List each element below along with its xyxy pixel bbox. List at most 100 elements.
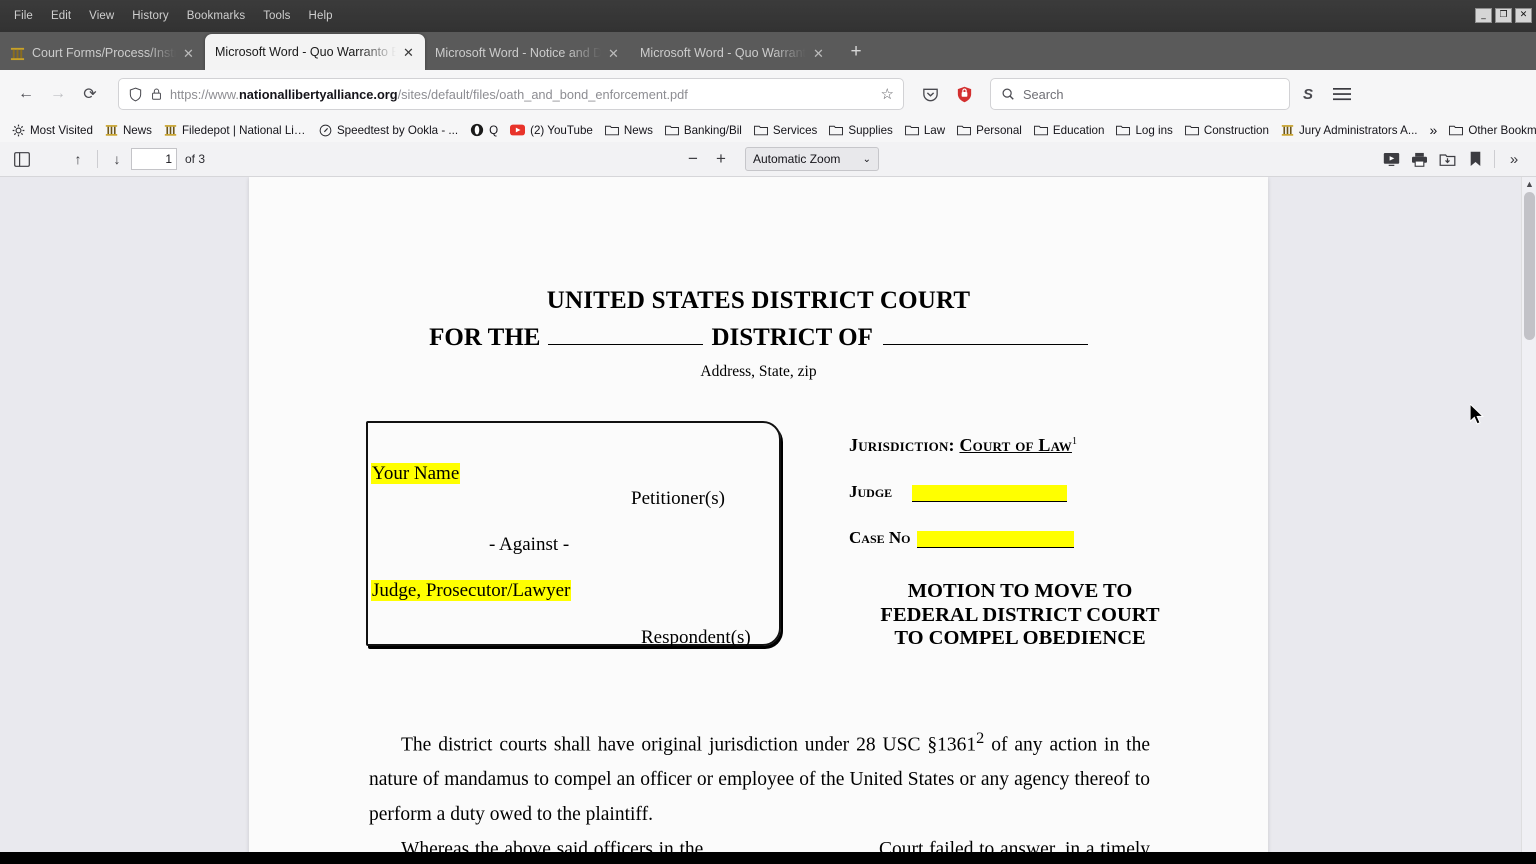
bookmark-label: Other Bookmarks: [1468, 123, 1536, 137]
current-view-bookmark-icon[interactable]: [1461, 146, 1489, 172]
caption-box-border: [366, 421, 781, 646]
bookmark-jury-administrators[interactable]: Jury Administrators A...: [1275, 121, 1424, 139]
menu-help[interactable]: Help: [301, 6, 341, 26]
mouse-cursor: [1470, 404, 1484, 425]
bookmark-folder-logins[interactable]: Log ins: [1110, 122, 1178, 139]
case-no-label: Case No: [849, 528, 911, 547]
district-blank-field[interactable]: [548, 344, 704, 345]
paragraph-2-part-b: Court failed to answer, in a: [878, 839, 1095, 852]
bookmark-folder-construction[interactable]: Construction: [1179, 122, 1275, 139]
tab-close-icon[interactable]: ✕: [403, 46, 417, 59]
bookmark-folder-supplies[interactable]: Supplies: [823, 122, 898, 139]
url-scheme: https://www.: [170, 86, 239, 102]
bookmark-label: Most Visited: [30, 123, 93, 137]
bookmark-label: (2) YouTube: [530, 123, 593, 137]
pdf-viewer[interactable]: UNITED STATES DISTRICT COURT FOR THE DIS…: [0, 177, 1536, 852]
account-icon[interactable]: S: [1292, 78, 1324, 110]
bookmark-youtube[interactable]: (2) YouTube: [504, 122, 599, 139]
tab-quo-warranto[interactable]: Microsoft Word - Quo Warranto - qu ✕: [630, 36, 835, 70]
jurisdiction-footnote-marker: 1: [1071, 436, 1078, 447]
forward-button[interactable]: →: [42, 78, 74, 110]
case-no-input-field[interactable]: [917, 531, 1075, 548]
new-tab-button[interactable]: +: [841, 37, 871, 67]
sidebar-toggle-icon[interactable]: [8, 146, 36, 172]
search-placeholder: Search: [1023, 86, 1064, 102]
bookmark-news-pillar[interactable]: News: [99, 121, 158, 139]
menu-tools[interactable]: Tools: [255, 6, 298, 26]
tab-notice-and-demand[interactable]: Microsoft Word - Notice and Demand ✕: [425, 36, 630, 70]
menu-bookmarks[interactable]: Bookmarks: [179, 6, 253, 26]
pdf-toolbar: ↑ ↓ of 3 − + Automatic Zoom ⌄: [0, 142, 1536, 177]
title-menu-bar: File Edit View History Bookmarks Tools H…: [0, 0, 1536, 32]
back-button[interactable]: ←: [10, 78, 42, 110]
bookmark-label: Construction: [1203, 123, 1269, 137]
download-icon[interactable]: [1433, 146, 1461, 172]
menu-file[interactable]: File: [6, 6, 41, 26]
bookmark-filedepot[interactable]: Filedepot | National Lib...: [158, 121, 313, 139]
ublock-shield-icon[interactable]: [948, 78, 980, 110]
reload-button[interactable]: ⟳: [74, 78, 106, 110]
maximize-button[interactable]: ❐: [1495, 8, 1512, 23]
star-icon[interactable]: ☆: [881, 85, 894, 103]
search-box[interactable]: Search: [990, 78, 1290, 110]
zoom-in-button[interactable]: +: [707, 146, 735, 172]
bookmarks-overflow-icon[interactable]: »: [1424, 120, 1444, 140]
page-number-input[interactable]: [131, 148, 177, 170]
state-blank-field[interactable]: [882, 344, 1088, 345]
zoom-level-select[interactable]: Automatic Zoom ⌄: [745, 147, 879, 171]
gear-icon: [12, 124, 25, 136]
tab-close-icon[interactable]: ✕: [608, 47, 622, 60]
speedtest-icon: [319, 124, 332, 136]
judge-input-field[interactable]: [912, 485, 1068, 502]
respondent-role-label: Respondent(s): [641, 627, 751, 648]
menu-history[interactable]: History: [124, 6, 176, 26]
presentation-mode-icon[interactable]: [1377, 146, 1405, 172]
bookmark-most-visited[interactable]: Most Visited: [6, 122, 99, 139]
pdf-more-tools-icon[interactable]: »: [1500, 146, 1528, 172]
bookmark-folder-personal[interactable]: Personal: [951, 122, 1028, 139]
lock-icon[interactable]: [150, 87, 163, 101]
scroll-up-arrow-icon[interactable]: ▲: [1522, 177, 1536, 191]
tab-close-icon[interactable]: ✕: [813, 47, 827, 60]
bookmark-label: Education: [1052, 123, 1105, 137]
bookmark-label: Services: [772, 123, 818, 137]
previous-page-button[interactable]: ↑: [64, 146, 92, 172]
scrollbar-thumb[interactable]: [1524, 192, 1535, 340]
bookmark-folder-services[interactable]: Services: [748, 122, 823, 139]
shield-icon[interactable]: [128, 87, 143, 102]
petitioner-role-label: Petitioner(s): [631, 488, 725, 509]
address-bar[interactable]: https://www.nationallibertyalliance.org/…: [118, 78, 904, 110]
bookmark-folder-education[interactable]: Education: [1028, 122, 1111, 139]
bookmark-folder-banking[interactable]: Banking/Bil: [659, 122, 748, 139]
bookmark-opera-q[interactable]: Q: [464, 121, 504, 139]
bookmark-speedtest[interactable]: Speedtest by Ookla - ...: [313, 122, 464, 139]
pocket-icon[interactable]: [914, 78, 946, 110]
tab-court-forms[interactable]: Court Forms/Process/Instructions ✕: [0, 36, 205, 70]
bookmark-other-bookmarks[interactable]: Other Bookmarks: [1443, 122, 1536, 139]
bookmark-label: Banking/Bil: [683, 123, 742, 137]
bookmarks-bar: Most Visited News Filedepot | National L…: [0, 118, 1536, 142]
tab-close-icon[interactable]: ✕: [183, 47, 197, 60]
bottom-black-bar: [0, 852, 1536, 864]
url-text: https://www.nationallibertyalliance.org/…: [170, 87, 874, 102]
jurisdiction-line: Jurisdiction: Court of Law1: [849, 435, 1249, 456]
zoom-level-label: Automatic Zoom: [753, 152, 841, 166]
bookmark-folder-news[interactable]: News: [599, 122, 659, 139]
viewer-scrollbar[interactable]: ▲: [1521, 177, 1536, 852]
pillar-icon: [164, 125, 177, 136]
tab-label: Microsoft Word - Notice and Demand: [435, 46, 601, 60]
tab-quo-warranto-enforcement[interactable]: Microsoft Word - Quo Warranto Enforc ✕: [205, 34, 425, 70]
close-button[interactable]: ✕: [1515, 8, 1532, 23]
judge-field-row: Judge: [849, 482, 1249, 502]
menu-view[interactable]: View: [81, 6, 122, 26]
menu-edit[interactable]: Edit: [43, 6, 79, 26]
next-page-button[interactable]: ↓: [103, 146, 131, 172]
folder-icon: [904, 125, 919, 136]
zoom-out-button[interactable]: −: [679, 146, 707, 172]
bookmark-folder-law[interactable]: Law: [899, 122, 951, 139]
hamburger-icon[interactable]: [1326, 78, 1358, 110]
print-icon[interactable]: [1405, 146, 1433, 172]
bookmark-label: Personal: [976, 123, 1022, 137]
minimize-button[interactable]: _: [1475, 8, 1492, 23]
bookmark-label: News: [623, 123, 653, 137]
